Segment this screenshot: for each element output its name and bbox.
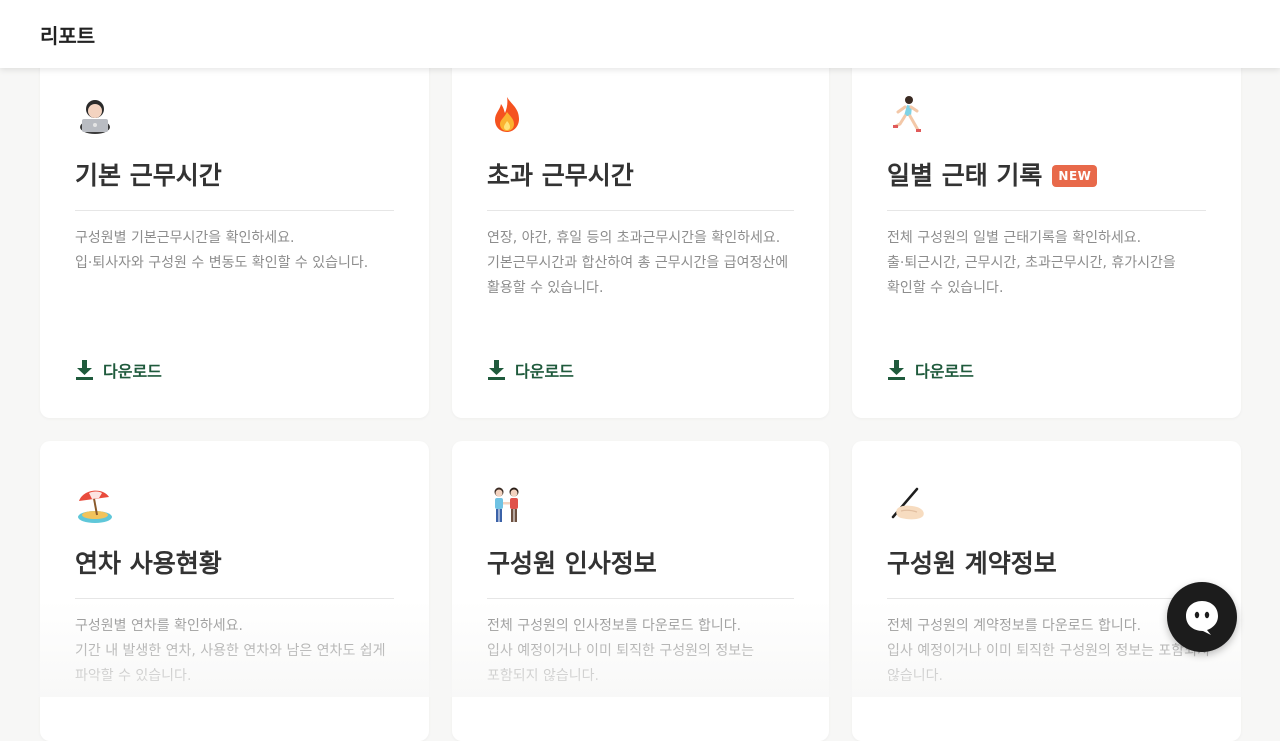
card-divider <box>487 598 794 599</box>
card-title: 기본 근무시간 <box>75 161 222 190</box>
report-card-daily-attendance[interactable]: 일별 근태 기록 NEW 전체 구성원의 일별 근태기록을 확인하세요. 출·퇴근… <box>852 40 1241 418</box>
card-title: 일별 근태 기록 NEW <box>887 156 1098 192</box>
desc-line: 출·퇴근시간, 근무시간, 초과근무시간, 휴가시간을 <box>887 255 1176 271</box>
card-title-text: 일별 근태 기록 <box>887 161 1043 190</box>
desc-line: 전체 구성원의 계약정보를 다운로드 합니다. <box>887 618 1142 634</box>
desc-line: 입사 예정이거나 이미 퇴직한 구성원의 정보는 포함되지 <box>887 643 1210 659</box>
desc-line: 기간 내 발생한 연차, 사용한 연차와 남은 연차도 쉽게 <box>75 643 386 659</box>
desc-line: 입·퇴사자와 구성원 수 변동도 확인할 수 있습니다. <box>75 255 369 271</box>
report-card-overtime[interactable]: 초과 근무시간 연장, 야간, 휴일 등의 초과근무시간을 확인하세요. 기본근… <box>452 40 829 418</box>
runner-icon <box>893 96 921 132</box>
card-divider <box>887 210 1206 211</box>
desc-line: 확인할 수 있습니다. <box>887 280 1004 296</box>
desc-line: 전체 구성원의 일별 근태기록을 확인하세요. <box>887 230 1142 246</box>
desc-line: 않습니다. <box>887 668 943 684</box>
chat-launcher-button[interactable] <box>1167 582 1237 652</box>
new-badge: NEW <box>1052 165 1098 187</box>
card-divider <box>75 598 394 599</box>
card-description: 전체 구성원의 계약정보를 다운로드 합니다. 입사 예정이거나 이미 퇴직한 … <box>887 614 1213 689</box>
fire-icon <box>495 97 519 132</box>
beach-umbrella-icon <box>78 490 112 523</box>
card-title: 구성원 계약정보 <box>887 549 1057 578</box>
card-title: 구성원 인사정보 <box>487 549 657 578</box>
desc-line: 활용할 수 있습니다. <box>487 280 604 296</box>
report-card-annual-leave[interactable]: 연차 사용현황 구성원별 연차를 확인하세요. 기간 내 발생한 연차, 사용한… <box>40 441 429 741</box>
download-button[interactable]: 다운로드 <box>488 358 574 382</box>
card-description: 구성원별 연차를 확인하세요. 기간 내 발생한 연차, 사용한 연차와 남은 … <box>75 614 401 689</box>
card-title: 초과 근무시간 <box>487 161 634 190</box>
card-description: 연장, 야간, 휴일 등의 초과근무시간을 확인하세요. 기본근무시간과 합산하… <box>487 226 801 301</box>
download-button[interactable]: 다운로드 <box>76 358 162 382</box>
desc-line: 파악할 수 있습니다. <box>75 668 192 684</box>
card-divider <box>887 598 1206 599</box>
desc-line: 포함되지 않습니다. <box>487 668 599 684</box>
download-icon <box>888 360 905 380</box>
desc-line: 구성원별 기본근무시간을 확인하세요. <box>75 230 295 246</box>
page-title: 리포트 <box>40 24 96 48</box>
desc-line: 연장, 야간, 휴일 등의 초과근무시간을 확인하세요. <box>487 230 781 246</box>
card-divider <box>75 210 394 211</box>
couple-icon <box>494 487 519 522</box>
card-description: 전체 구성원의 인사정보를 다운로드 합니다. 입사 예정이거나 이미 퇴직한 … <box>487 614 801 689</box>
download-button[interactable]: 다운로드 <box>888 358 974 382</box>
chat-bubble-icon <box>1186 601 1218 635</box>
report-card-hr-info[interactable]: 구성원 인사정보 전체 구성원의 인사정보를 다운로드 합니다. 입사 예정이거… <box>452 441 829 741</box>
writing-hand-icon <box>891 487 924 520</box>
top-header: 리포트 <box>0 0 1280 68</box>
desc-line: 입사 예정이거나 이미 퇴직한 구성원의 정보는 <box>487 643 754 659</box>
card-divider <box>487 210 794 211</box>
card-description: 구성원별 기본근무시간을 확인하세요. 입·퇴사자와 구성원 수 변동도 확인할… <box>75 226 401 276</box>
card-description: 전체 구성원의 일별 근태기록을 확인하세요. 출·퇴근시간, 근무시간, 초과… <box>887 226 1213 301</box>
download-label: 다운로드 <box>915 362 974 381</box>
report-card-basic-hours[interactable]: 기본 근무시간 구성원별 기본근무시간을 확인하세요. 입·퇴사자와 구성원 수… <box>40 40 429 418</box>
desc-line: 기본근무시간과 합산하여 총 근무시간을 급여정산에 <box>487 255 789 271</box>
download-label: 다운로드 <box>515 362 574 381</box>
download-label: 다운로드 <box>103 362 162 381</box>
desc-line: 구성원별 연차를 확인하세요. <box>75 618 243 634</box>
technologist-icon <box>80 100 110 134</box>
download-icon <box>488 360 505 380</box>
download-icon <box>76 360 93 380</box>
card-title: 연차 사용현황 <box>75 549 222 578</box>
desc-line: 전체 구성원의 인사정보를 다운로드 합니다. <box>487 618 742 634</box>
